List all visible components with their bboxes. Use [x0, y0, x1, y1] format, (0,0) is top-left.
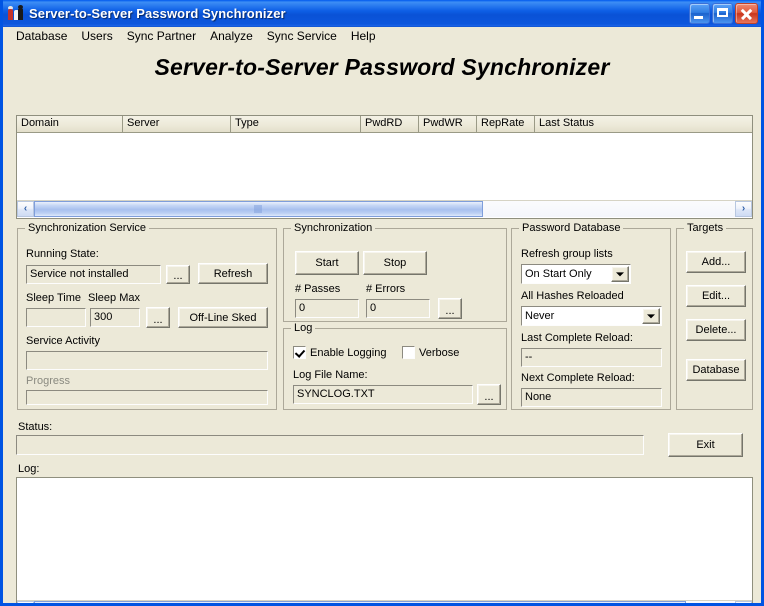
label-progress: Progress — [26, 375, 71, 387]
last-complete-reload-field: -- — [521, 348, 662, 367]
running-state-browse-button[interactable]: ... — [166, 265, 190, 284]
label-log-file-name: Log File Name: — [293, 369, 368, 381]
targets-list-body[interactable] — [17, 133, 752, 200]
menu-item-users[interactable]: Users — [74, 28, 119, 45]
all-hashes-reloaded-combobox[interactable]: Never — [521, 306, 662, 326]
menu-bar: Database Users Sync Partner Analyze Sync… — [3, 27, 761, 46]
log-file-browse-button[interactable]: ... — [477, 384, 501, 405]
menu-item-database[interactable]: Database — [9, 28, 74, 45]
group-log: Log Enable Logging Verbose Log File Name… — [283, 322, 507, 410]
label-next-complete-reload: Next Complete Reload: — [521, 372, 635, 384]
group-legend-synchronization: Synchronization — [291, 222, 376, 234]
column-header-pwdwr[interactable]: PwdWR — [419, 116, 477, 132]
window-controls — [689, 3, 758, 24]
maximize-button[interactable] — [712, 3, 733, 24]
column-header-last-status[interactable]: Last Status — [535, 116, 752, 132]
scroll-thumb[interactable] — [34, 201, 483, 217]
title-bar: Server-to-Server Password Synchronizer — [3, 0, 761, 27]
chevron-down-icon[interactable] — [611, 266, 629, 282]
add-target-button[interactable]: Add... — [686, 251, 746, 273]
exit-button[interactable]: Exit — [668, 433, 743, 457]
next-complete-reload-field: None — [521, 388, 662, 407]
menu-item-sync-service[interactable]: Sync Service — [260, 28, 344, 45]
log-output-panel[interactable]: ‹ › — [16, 477, 753, 603]
running-state-field[interactable]: Service not installed — [26, 265, 161, 284]
sleep-max-browse-button[interactable]: ... — [146, 307, 170, 328]
column-header-pwdrd[interactable]: PwdRD — [361, 116, 419, 132]
sleep-max-field[interactable]: 300 — [90, 308, 140, 327]
label-log: Log: — [18, 463, 40, 475]
targets-list-header: Domain Server Type PwdRD PwdWR RepRate L… — [17, 116, 752, 133]
page-title: Server-to-Server Password Synchronizer — [154, 54, 610, 80]
database-button[interactable]: Database — [686, 359, 746, 381]
label-running-state: Running State: — [26, 248, 99, 260]
all-hashes-reloaded-value: Never — [525, 310, 555, 322]
close-button[interactable] — [735, 3, 758, 24]
scroll-right-icon[interactable]: › — [735, 201, 752, 217]
scroll-right-icon[interactable]: › — [735, 601, 752, 603]
menu-item-analyze[interactable]: Analyze — [203, 28, 260, 45]
menu-item-help[interactable]: Help — [344, 28, 383, 45]
sleep-time-field[interactable] — [26, 308, 86, 327]
label-sleep-time: Sleep Time — [26, 292, 82, 304]
scroll-left-icon[interactable]: ‹ — [17, 201, 34, 217]
log-text-area[interactable] — [17, 478, 752, 600]
group-targets: Targets Add... Edit... Delete... Databas… — [676, 222, 753, 410]
group-synchronization: Synchronization Start Stop # Passes # Er… — [283, 222, 507, 322]
scroll-thumb[interactable] — [34, 601, 686, 603]
label-service-activity: Service Activity — [26, 335, 100, 347]
column-header-type[interactable]: Type — [231, 116, 361, 132]
offline-sked-button[interactable]: Off-Line Sked — [178, 307, 268, 328]
column-header-server[interactable]: Server — [123, 116, 231, 132]
label-last-complete-reload: Last Complete Reload: — [521, 332, 633, 344]
counters-browse-button[interactable]: ... — [438, 298, 462, 319]
label-errors: # Errors — [366, 283, 406, 295]
verbose-label: Verbose — [419, 346, 460, 359]
group-legend-synchronization-service: Synchronization Service — [25, 222, 150, 234]
chevron-down-icon[interactable] — [642, 308, 660, 324]
scroll-track[interactable] — [34, 601, 735, 603]
start-button[interactable]: Start — [295, 251, 359, 275]
targets-list[interactable]: Domain Server Type PwdRD PwdWR RepRate L… — [16, 115, 753, 219]
edit-target-button[interactable]: Edit... — [686, 285, 746, 307]
label-sleep-max: Sleep Max — [88, 292, 140, 304]
log-hscrollbar[interactable]: ‹ › — [17, 600, 752, 603]
app-people-icon — [7, 5, 24, 22]
label-all-hashes-reloaded: All Hashes Reloaded — [521, 290, 624, 302]
client-area: Database Users Sync Partner Analyze Sync… — [3, 27, 761, 603]
group-synchronization-service: Synchronization Service Running State: S… — [17, 222, 277, 410]
menu-item-sync-partner[interactable]: Sync Partner — [120, 28, 203, 45]
enable-logging-label: Enable Logging — [310, 346, 387, 359]
progress-bar — [26, 390, 268, 405]
column-header-domain[interactable]: Domain — [17, 116, 123, 132]
scroll-track[interactable] — [34, 201, 735, 217]
minimize-button[interactable] — [689, 3, 710, 24]
checkbox-box-verbose — [402, 346, 415, 359]
scroll-left-icon[interactable]: ‹ — [17, 601, 34, 603]
targets-list-hscrollbar[interactable]: ‹ › — [17, 200, 752, 217]
group-legend-log: Log — [291, 322, 316, 334]
service-activity-field — [26, 351, 268, 370]
group-password-database: Password Database Refresh group lists On… — [511, 222, 671, 410]
label-passes: # Passes — [295, 283, 341, 295]
group-legend-password-database: Password Database — [519, 222, 624, 234]
refresh-button[interactable]: Refresh — [198, 263, 268, 284]
window-title: Server-to-Server Password Synchronizer — [29, 6, 286, 21]
enable-logging-checkbox[interactable]: Enable Logging — [293, 346, 386, 359]
verbose-checkbox[interactable]: Verbose — [402, 346, 459, 359]
log-file-name-field[interactable]: SYNCLOG.TXT — [293, 385, 473, 404]
refresh-group-lists-combobox[interactable]: On Start Only — [521, 264, 631, 284]
checkbox-box-enable-logging — [293, 346, 306, 359]
column-header-reprate[interactable]: RepRate — [477, 116, 535, 132]
label-refresh-group-lists: Refresh group lists — [521, 248, 613, 260]
label-status: Status: — [18, 421, 53, 433]
errors-field[interactable]: 0 — [366, 299, 430, 318]
delete-target-button[interactable]: Delete... — [686, 319, 746, 341]
refresh-group-lists-value: On Start Only — [525, 268, 592, 280]
passes-field[interactable]: 0 — [295, 299, 359, 318]
group-legend-targets: Targets — [684, 222, 727, 234]
application-window: Server-to-Server Password Synchronizer D… — [0, 0, 764, 606]
stop-button[interactable]: Stop — [363, 251, 427, 275]
status-field — [16, 435, 644, 455]
